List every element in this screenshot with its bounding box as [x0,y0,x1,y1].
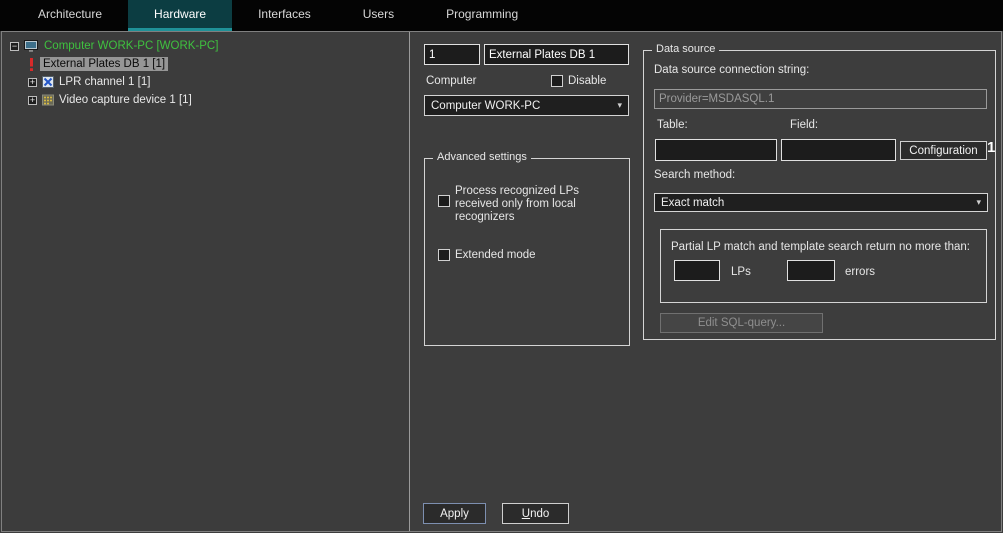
computer-select[interactable]: Computer WORK-PC ▾ [424,95,629,116]
lpr-channel-icon [42,76,54,88]
tree-item-label: Computer WORK-PC [WORK-PC] [44,40,218,52]
table-label: Table: [657,119,688,131]
apply-button[interactable]: Apply [423,503,486,524]
edit-sql-query-button[interactable]: Edit SQL-query... [660,313,823,333]
lps-limit-input[interactable] [674,260,720,281]
extended-mode-checkbox[interactable] [438,249,450,261]
chevron-down-icon: ▾ [976,197,981,208]
computer-select-value: Computer WORK-PC [431,100,540,112]
tab-programming[interactable]: Programming [420,0,544,31]
configuration-button-label: Configuration [909,145,977,157]
chevron-down-icon: ▾ [617,100,622,111]
partial-match-label: Partial LP match and template search ret… [671,241,970,253]
advanced-settings-title: Advanced settings [433,151,531,163]
object-id-input[interactable] [424,44,480,65]
tree-item-label: LPR channel 1 [1] [59,76,150,88]
expand-icon[interactable]: + [28,78,37,87]
video-capture-device-icon [42,94,54,106]
extended-mode-label: Extended mode [455,249,536,261]
data-source-title: Data source [652,43,719,55]
process-recognized-lps-label: Process recognized LPs received only fro… [455,185,617,224]
table-input[interactable] [655,139,777,161]
tree-item-lpr-channel[interactable]: + LPR channel 1 [1] [28,74,150,90]
undo-button[interactable]: Undo [502,503,569,524]
tab-users[interactable]: Users [337,0,420,31]
object-name-input[interactable] [484,44,629,65]
process-recognized-lps-checkbox[interactable] [438,195,450,207]
tree-item-video-capture-device[interactable]: + Video capture device 1 [1] [28,92,192,108]
configuration-button[interactable]: Configuration [900,141,987,160]
top-tab-bar: Architecture Hardware Interfaces Users P… [0,0,1003,31]
annotation-marker-1: 1 [987,139,995,156]
lps-label: LPs [731,266,751,278]
errors-label: errors [845,266,875,278]
disable-checkbox[interactable] [551,75,563,87]
computer-icon [24,40,39,52]
edit-sql-query-label: Edit SQL-query... [698,317,785,329]
tree-item-label: External Plates DB 1 [1] [40,57,168,71]
hardware-tree-panel: − Computer WORK-PC [WORK-PC] External Pl… [2,32,410,531]
tree-item-label: Video capture device 1 [1] [59,94,192,106]
connection-string-input[interactable] [654,89,987,109]
expand-icon[interactable]: + [28,96,37,105]
search-method-select[interactable]: Exact match ▾ [654,193,988,212]
apply-button-label: Apply [440,508,469,520]
tree-item-external-plates-db[interactable]: External Plates DB 1 [1] [28,56,168,72]
field-input[interactable] [781,139,896,161]
search-method-value: Exact match [661,197,724,209]
exclamation-icon [28,58,35,71]
tree-item-computer[interactable]: − Computer WORK-PC [WORK-PC] [10,38,218,54]
partial-match-group: Partial LP match and template search ret… [660,229,987,303]
tab-architecture[interactable]: Architecture [12,0,128,31]
search-method-label: Search method: [654,169,735,181]
errors-limit-input[interactable] [787,260,835,281]
tab-interfaces[interactable]: Interfaces [232,0,337,31]
undo-button-label: Undo [522,508,550,520]
data-source-group: Data source Data source connection strin… [643,50,996,340]
advanced-settings-group: Advanced settings Process recognized LPs… [424,158,630,346]
connection-string-label: Data source connection string: [654,64,809,76]
field-label: Field: [790,119,818,131]
collapse-icon[interactable]: − [10,42,19,51]
computer-label: Computer [426,75,477,87]
tab-hardware[interactable]: Hardware [128,0,232,31]
disable-label: Disable [568,75,606,87]
